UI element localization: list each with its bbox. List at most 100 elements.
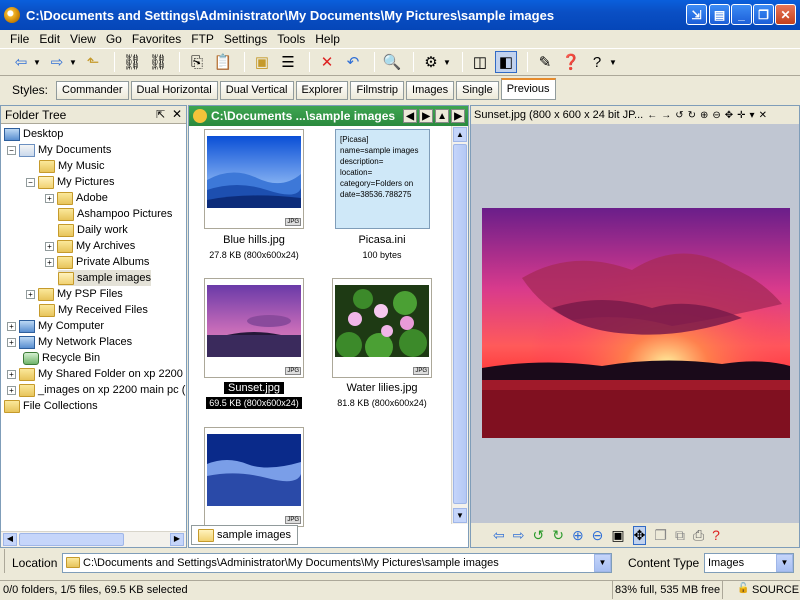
expand-icon[interactable]: + (45, 241, 54, 251)
file-thumbnail-blue-hills[interactable]: JPG (204, 129, 304, 229)
style-tab-dual-horizontal[interactable]: Dual Horizontal (130, 80, 218, 100)
map-drive-icon[interactable]: ⛓ (121, 51, 143, 73)
whats-this-icon[interactable]: ? (586, 51, 608, 73)
next-image-icon[interactable]: ⇨ (513, 527, 525, 544)
tree-item-daily-work[interactable]: Daily work (58, 222, 128, 238)
view-mode-dropdown-icon[interactable]: ▼ (442, 51, 452, 73)
slideshow-icon[interactable]: ❐ (654, 527, 667, 544)
menu-tools[interactable]: Tools (277, 32, 305, 46)
new-folder-icon[interactable]: ▣ (251, 51, 273, 73)
help-dropdown-icon[interactable]: ▼ (608, 51, 618, 73)
print-icon[interactable]: ⎙ (693, 527, 704, 544)
collapse-icon[interactable]: − (7, 145, 16, 155)
tree-item-my-documents[interactable]: − My Documents (7, 142, 111, 158)
style-tab-previous[interactable]: Previous (500, 77, 556, 100)
pan-icon[interactable]: ✥ (632, 525, 647, 545)
fullscreen-icon[interactable]: ⧉ (675, 527, 685, 544)
ini-file-preview[interactable]: [Picasa] name=sample images description=… (335, 129, 430, 229)
menu-edit[interactable]: Edit (39, 32, 60, 46)
close-button[interactable]: ✕ (775, 4, 796, 25)
style-tab-images[interactable]: Images (406, 80, 455, 100)
expand-icon[interactable]: + (7, 337, 16, 347)
tree-item-private-albums[interactable]: + Private Albums (45, 254, 149, 270)
fit-icon[interactable]: ✥ (725, 110, 733, 121)
delete-icon[interactable]: ✕ (316, 51, 338, 73)
tree-item-adobe[interactable]: + Adobe (45, 190, 108, 206)
tree-item-my-music[interactable]: My Music (39, 158, 104, 174)
panel-menu-icon[interactable]: ▾ (750, 110, 755, 121)
menu-settings[interactable]: Settings (224, 32, 267, 46)
tree-item-my-psp-files[interactable]: + My PSP Files (26, 286, 123, 302)
options-icon[interactable]: ✎ (534, 51, 556, 73)
zoom-in-icon[interactable]: ⊕ (572, 527, 584, 544)
tree-item-ashampoo-pictures[interactable]: Ashampoo Pictures (58, 206, 172, 222)
tree-item-shared-folder[interactable]: + My Shared Folder on xp 2200 (7, 366, 183, 382)
tree-item-my-received-files[interactable]: My Received Files (39, 302, 148, 318)
expand-icon[interactable]: + (7, 385, 16, 395)
help-icon[interactable]: ? (712, 527, 720, 543)
up-folder-icon[interactable]: ⬑ (82, 51, 104, 73)
tree-item-my-pictures[interactable]: − My Pictures (26, 174, 114, 190)
file-name[interactable]: Picasa.ini (317, 234, 447, 246)
nav-menu-icon[interactable]: ▶ (451, 109, 466, 123)
tree-item-sample-images[interactable]: sample images (58, 270, 151, 286)
fit-window-icon[interactable]: ▣ (611, 527, 624, 544)
actual-size-icon[interactable]: ✛ (737, 110, 745, 121)
tree-item-my-archives[interactable]: + My Archives (45, 238, 135, 254)
disconnect-icon[interactable]: ⛓ (147, 51, 169, 73)
menu-favorites[interactable]: Favorites (132, 32, 181, 46)
scroll-thumb[interactable] (19, 533, 124, 546)
back-icon[interactable]: ⇦ (10, 51, 32, 73)
expand-icon[interactable]: + (45, 257, 54, 267)
next-image-icon[interactable]: → (661, 110, 671, 121)
location-dropdown-icon[interactable]: ▼ (594, 554, 611, 572)
rotate-left-icon[interactable]: ↺ (675, 110, 683, 121)
file-thumbnail-water-lilies[interactable]: JPG (332, 278, 432, 378)
expand-icon[interactable]: + (45, 193, 54, 203)
dual-pane-icon[interactable]: ◫ (469, 51, 491, 73)
menu-ftp[interactable]: FTP (191, 32, 214, 46)
nav-back-icon[interactable]: ◀ (403, 109, 418, 123)
scroll-up-icon[interactable]: ▲ (453, 127, 467, 142)
expand-icon[interactable]: + (26, 289, 35, 299)
tree-item-network-images[interactable]: + _images on xp 2200 main pc ( (7, 382, 185, 398)
scroll-left-icon[interactable]: ◀ (3, 533, 17, 546)
rotate-left-icon[interactable]: ↺ (532, 527, 544, 544)
expand-icon[interactable]: + (7, 321, 16, 331)
help-contents-icon[interactable]: ❓ (560, 51, 582, 73)
nav-forward-icon[interactable]: ▶ (419, 109, 434, 123)
undock-icon[interactable]: ⇱ (156, 108, 165, 121)
menu-view[interactable]: View (70, 32, 96, 46)
file-thumbnail-winter[interactable]: JPG (204, 427, 304, 527)
pin-icon[interactable]: ⇲ (686, 4, 707, 25)
preview-pane-icon[interactable]: ◧ (495, 51, 517, 73)
content-type-dropdown-icon[interactable]: ▼ (776, 554, 793, 572)
tree-item-file-collections[interactable]: File Collections (4, 398, 98, 414)
menu-help[interactable]: Help (315, 32, 340, 46)
tree-item-my-computer[interactable]: + My Computer (7, 318, 104, 334)
file-name[interactable]: Blue hills.jpg (189, 234, 319, 246)
style-tab-filmstrip[interactable]: Filmstrip (350, 80, 405, 100)
file-thumbnail-sunset[interactable]: JPG (204, 278, 304, 378)
file-name[interactable]: Water lilies.jpg (317, 382, 447, 394)
style-tab-commander[interactable]: Commander (56, 80, 129, 100)
tree-item-desktop[interactable]: Desktop (4, 126, 63, 142)
style-tab-explorer[interactable]: Explorer (295, 80, 349, 100)
tree-horizontal-scrollbar[interactable]: ◀ ▶ (1, 531, 186, 547)
menu-go[interactable]: Go (106, 32, 122, 46)
view-mode-icon[interactable]: ⚙ (420, 51, 442, 73)
tree-item-my-network-places[interactable]: + My Network Places (7, 334, 132, 350)
style-tab-single[interactable]: Single (456, 80, 499, 100)
maximize-button[interactable]: ❐ (753, 4, 774, 25)
paste-icon[interactable]: 📋 (212, 51, 234, 73)
collapse-icon[interactable]: − (26, 177, 35, 187)
tree-item-recycle-bin[interactable]: Recycle Bin (23, 350, 100, 366)
file-name-selected[interactable]: Sunset.jpg (224, 382, 284, 394)
rotate-right-icon[interactable]: ↻ (552, 527, 564, 544)
scroll-thumb[interactable] (453, 144, 467, 504)
menu-file[interactable]: File (10, 32, 29, 46)
zoom-in-icon[interactable]: ⊕ (700, 110, 708, 121)
scroll-down-icon[interactable]: ▼ (453, 508, 467, 523)
nav-up-icon[interactable]: ▲ (435, 109, 450, 123)
zoom-out-icon[interactable]: ⊖ (592, 527, 604, 544)
